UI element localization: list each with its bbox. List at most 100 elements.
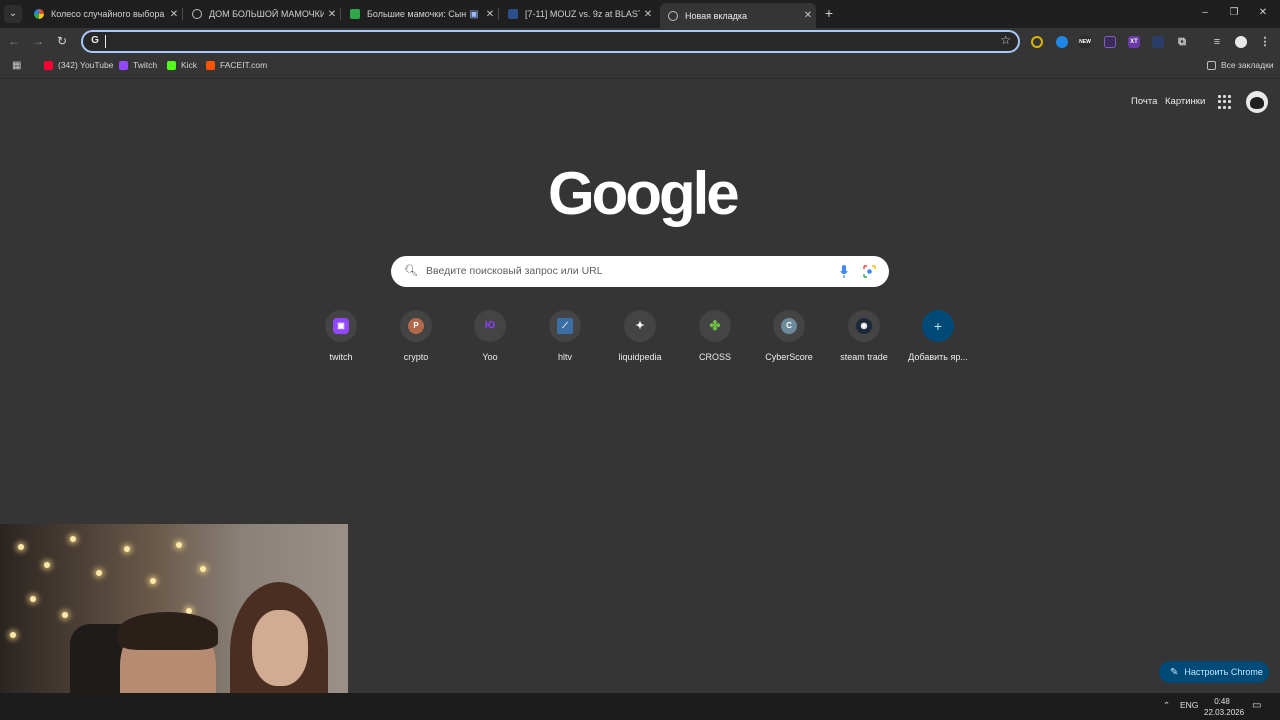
bookmarks-bar: ▦ (342) YouTube Twitch Kick FACEIT.com В… [0,57,1280,76]
twitch-icon: ▣ [333,318,349,334]
account-avatar[interactable] [1246,91,1268,113]
shortcut-tile: ▣ [325,310,357,342]
globe-favicon-icon [192,9,202,19]
windows-taskbar [0,693,1280,720]
video-favicon-icon [350,9,360,19]
customize-label: Настроить Chrome [1184,667,1263,677]
shortcut-twitch[interactable]: ▣ twitch [306,310,376,362]
shortcut-label: crypto [403,352,429,362]
tab-close-icon[interactable]: ✕ [324,9,340,20]
fairy-light [18,544,24,550]
customize-chrome-button[interactable]: ✎ Настроить Chrome [1159,661,1269,683]
extension-purple-icon[interactable] [1104,36,1116,48]
extension-new-icon[interactable]: NEW [1079,36,1091,48]
tab-search-button[interactable]: ⌄ [4,5,22,23]
extension-yellow-icon[interactable] [1031,36,1043,48]
tab-close-icon[interactable]: ✕ [640,9,656,20]
tab-big-mom-house[interactable]: ДОМ БОЛЬШОЙ МАМОЧКИ ✕ [184,4,340,24]
hltv-icon: ⟋ [557,318,573,334]
bookmark-kick[interactable]: Kick [167,60,197,70]
shortcut-crypto[interactable]: P crypto [381,310,451,362]
shortcut-label: CyberScore [765,352,813,362]
shortcut-yoo[interactable]: Ю Yoo [455,310,525,362]
all-bookmarks-button[interactable]: Все закладки [1207,60,1274,70]
streamer-hair [118,612,218,650]
google-logo: Google [548,160,740,227]
taskbar-clock[interactable]: 0:48 22.03.2026 [1204,696,1245,718]
shortcut-cross[interactable]: ✤ CROSS [680,310,750,362]
shortcut-label: steam trade [840,352,888,362]
images-link[interactable]: Картинки [1165,96,1205,107]
shortcut-add[interactable]: + Добавить яр... [903,310,973,362]
address-bar[interactable]: G ☆ [81,30,1020,53]
cohost-face [252,610,308,686]
search-input[interactable]: Введите поисковый запрос или URL [426,265,603,277]
bookmark-faceit[interactable]: FACEIT.com [206,60,267,70]
bookmark-twitch[interactable]: Twitch [119,60,157,70]
tab-close-icon[interactable]: ✕ [800,10,816,21]
tab-new-tab[interactable]: Новая вкладка ✕ [660,3,816,28]
google-lens-icon[interactable] [863,265,876,278]
shortcut-label: hltv [557,352,572,362]
clock-date: 22.03.2026 [1204,708,1245,717]
extension-flag-icon[interactable] [1152,36,1164,48]
shortcut-liquidpedia[interactable]: ✦ liquidpedia [605,310,675,362]
pencil-icon: ✎ [1170,666,1179,678]
back-arrow-icon[interactable]: ← [6,33,22,49]
menu-kebab-icon[interactable]: ⋮ [1259,36,1271,48]
tab-big-moms[interactable]: Большие мамочки: Сын кв ▣ ✕ [342,4,498,24]
tab-separator [182,8,183,20]
tab-hltv-match[interactable]: [7-11] MOUZ vs. 9z at BLAST O ✕ [500,4,656,24]
toolbar-divider [0,78,1280,79]
yoo-logo-icon: Ю [484,320,496,331]
shortcut-steam-trade[interactable]: ◉ steam trade [829,310,899,362]
fairy-light [124,546,130,552]
tab-close-icon[interactable]: ✕ [166,9,182,20]
tab-close-icon[interactable]: ✕ [482,9,498,20]
shortcut-tile: ◉ [848,310,880,342]
notifications-icon[interactable]: ▭ [1252,700,1261,711]
shortcut-label: twitch [329,352,353,362]
youtube-icon [44,60,53,70]
shortcut-tile: ⟋ [549,310,581,342]
shortcut-label: liquidpedia [618,352,662,362]
gmail-link[interactable]: Почта [1131,96,1157,107]
google-apps-icon[interactable] [1218,95,1232,109]
letter-c-icon: C [781,318,797,334]
clover-icon: ✤ [709,318,721,333]
shortcut-hltv[interactable]: ⟋ hltv [530,310,600,362]
microphone-icon[interactable] [840,265,848,278]
extension-blue-icon[interactable] [1056,36,1068,48]
profile-avatar-icon[interactable] [1235,36,1247,48]
tab-wheel[interactable]: Колесо случайного выбора – Н ✕ [26,4,182,24]
google-g-icon: G [91,35,99,46]
fairy-light [150,578,156,584]
language-indicator[interactable]: ENG [1180,700,1198,710]
tab-separator [498,8,499,20]
bookmark-star-icon[interactable]: ☆ [1000,33,1011,47]
fairy-light [44,562,50,568]
tab-media-icon[interactable]: ▣ [466,9,482,20]
shortcut-tile: P [400,310,432,342]
minimize-icon[interactable]: – [1197,5,1213,21]
bookmark-label: (342) YouTube [58,60,114,70]
kick-icon [167,60,176,70]
clock-time: 0:48 [1214,697,1230,706]
text-caret [105,35,106,48]
window-close-icon[interactable]: ✕ [1255,5,1271,21]
shortcut-tile: + [922,310,954,342]
restore-icon[interactable]: ❐ [1226,5,1242,21]
search-box[interactable]: 🔍︎ Введите поисковый запрос или URL [391,256,889,287]
forward-arrow-icon[interactable]: → [30,33,46,49]
media-controls-icon[interactable]: ≡ [1211,36,1223,48]
apps-grid-icon[interactable]: ▦ [12,61,22,71]
new-tab-plus-icon[interactable]: + [822,6,836,20]
reload-icon[interactable]: ↻ [54,33,70,49]
chrome-favicon-icon [668,10,678,21]
bookmark-youtube[interactable]: (342) YouTube [44,60,113,70]
shortcut-cyberscore[interactable]: C CyberScore [754,310,824,362]
fairy-light [200,566,206,572]
tray-chevron-icon[interactable]: ⌃ [1163,700,1170,711]
extensions-puzzle-icon[interactable]: ⧉ [1176,36,1188,48]
extension-xt-icon[interactable]: XT [1128,36,1140,48]
